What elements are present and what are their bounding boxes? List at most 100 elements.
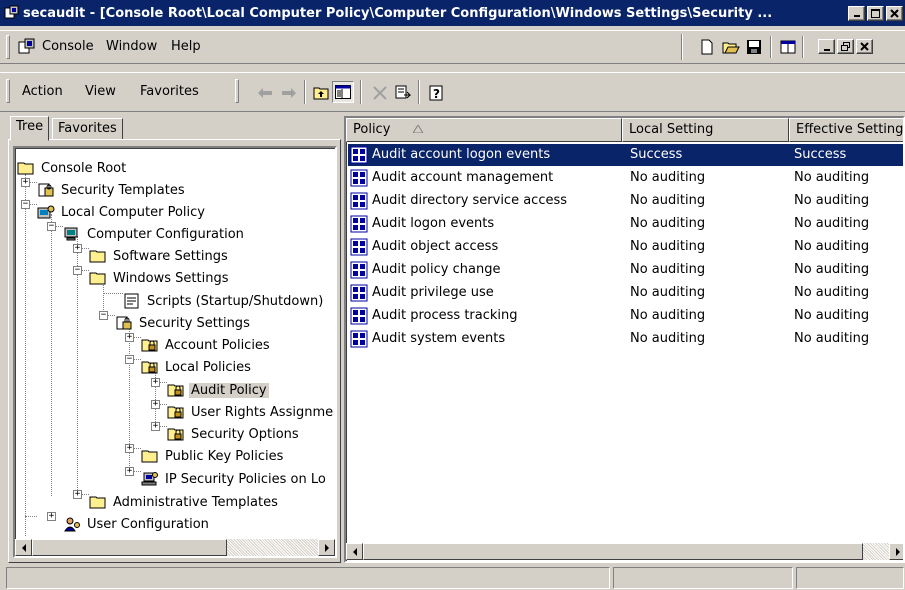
list-horizontal-scrollbar[interactable] — [346, 543, 903, 560]
tree-node-software-settings[interactable]: Software Settings — [89, 246, 230, 266]
menu-console[interactable]: Console — [42, 39, 94, 54]
child-restore-button[interactable] — [837, 39, 854, 54]
minimize-button[interactable] — [848, 5, 865, 21]
policy-row[interactable]: Audit privilege use No auditing No auditin… — [348, 282, 903, 304]
column-header-policy[interactable]: Policy — [346, 118, 622, 142]
tree-horizontal-scrollbar[interactable] — [15, 539, 335, 556]
title-bar[interactable]: secaudit - [Console Root\Local Computer … — [0, 0, 905, 26]
close-button[interactable] — [886, 5, 903, 21]
tree-node-scripts[interactable]: Scripts (Startup/Shutdown) — [123, 291, 325, 311]
expand-toggle[interactable]: + — [125, 467, 134, 476]
help-icon: ? — [429, 85, 443, 101]
collapse-toggle[interactable]: − — [21, 200, 30, 209]
scroll-right-button[interactable] — [889, 543, 903, 560]
menubar-grip[interactable] — [6, 35, 10, 59]
policy-row[interactable]: Audit logon events No auditing No auditing — [348, 213, 903, 235]
tree-node-audit-policy[interactable]: Audit Policy — [167, 380, 269, 400]
tree-node-user-rights-assignment[interactable]: User Rights Assignme — [167, 402, 335, 422]
policy-row[interactable]: Audit directory service access No auditin… — [348, 190, 903, 212]
tree-node-account-policies[interactable]: Account Policies — [141, 335, 272, 355]
tab-tree[interactable]: Tree — [10, 116, 50, 141]
child-minimize-button[interactable] — [818, 39, 835, 54]
scroll-left-button[interactable] — [15, 539, 32, 556]
save-button[interactable] — [743, 36, 765, 58]
tree-node-local-policies[interactable]: Local Policies — [141, 357, 253, 377]
details-pane: Policy Local Setting Effective Setting A… — [344, 116, 905, 563]
collapse-toggle[interactable]: − — [125, 355, 134, 364]
tree-node-security-templates[interactable]: Security Templates — [37, 180, 187, 200]
policy-row[interactable]: Audit account management No auditing No au… — [348, 167, 903, 189]
collapse-toggle[interactable]: − — [99, 311, 108, 320]
menu-help[interactable]: Help — [171, 39, 201, 54]
policy-row[interactable]: Audit policy change No auditing No auditin… — [348, 259, 903, 281]
delete-button[interactable] — [369, 82, 391, 104]
scroll-left-button[interactable] — [346, 543, 363, 560]
status-cell-3 — [796, 567, 904, 589]
collapse-toggle[interactable]: − — [73, 266, 82, 275]
export-list-button[interactable] — [392, 82, 414, 104]
expand-toggle[interactable]: + — [125, 333, 134, 342]
tree-node-windows-settings[interactable]: Windows Settings — [89, 268, 230, 288]
new-window-button[interactable] — [777, 36, 799, 58]
menu-action[interactable]: Action — [22, 84, 63, 99]
new-document-icon — [701, 39, 713, 55]
policy-row[interactable]: Audit object access No auditing No auditin… — [348, 236, 903, 258]
toolbar-grip-2[interactable] — [235, 79, 239, 103]
tree-node-public-key-policies[interactable]: Public Key Policies — [141, 446, 285, 466]
help-button[interactable]: ? — [426, 82, 448, 104]
policy-row[interactable]: Audit process tracking No auditing No audi… — [348, 305, 903, 327]
tree-node-label: Audit Policy — [189, 382, 269, 398]
expand-toggle[interactable]: + — [151, 400, 160, 409]
column-header-effective-setting[interactable]: Effective Setting — [789, 118, 903, 142]
expand-toggle[interactable]: + — [151, 378, 160, 387]
scroll-thumb[interactable] — [32, 539, 227, 556]
toolbar-grip[interactable] — [6, 79, 10, 103]
tree-node-label: Security Settings — [139, 315, 250, 331]
tree-node-ip-security-policies[interactable]: IP Security Policies on Lo — [141, 469, 328, 489]
delete-x-icon — [373, 86, 387, 100]
open-button[interactable] — [720, 36, 742, 58]
back-button[interactable] — [254, 82, 276, 104]
tree-node-label: Security Templates — [61, 182, 185, 198]
up-one-level-button[interactable] — [310, 82, 332, 104]
mmc-app-icon[interactable] — [4, 5, 20, 21]
scroll-thumb[interactable] — [363, 543, 863, 560]
tree-node-label: Account Policies — [165, 337, 270, 353]
expand-toggle[interactable]: + — [151, 422, 160, 431]
scroll-right-button[interactable] — [318, 539, 335, 556]
tree-view[interactable]: + − − + − − + − + + + + + + + Console Ro… — [13, 146, 337, 558]
new-button[interactable] — [696, 36, 718, 58]
policy-row[interactable]: Audit account logon events Success Success — [348, 144, 903, 166]
tree-node-security-settings[interactable]: Security Settings — [115, 313, 252, 333]
audit-policy-icon — [350, 215, 368, 233]
maximize-button[interactable] — [867, 5, 884, 21]
effective-setting-cell: No auditing — [794, 308, 870, 323]
local-setting-cell: No auditing — [630, 262, 706, 277]
collapse-toggle[interactable]: − — [47, 222, 56, 231]
tree-node-user-configuration[interactable]: User Configuration — [63, 514, 211, 534]
menu-view[interactable]: View — [85, 84, 116, 99]
policy-row[interactable]: Audit system events No auditing No auditin… — [348, 328, 903, 350]
toolbar-separator — [304, 80, 306, 104]
tree-node-security-options[interactable]: Security Options — [167, 424, 301, 444]
show-hide-tree-button[interactable] — [332, 81, 354, 103]
tree-node-local-computer-policy[interactable]: Local Computer Policy — [37, 202, 207, 222]
expand-toggle[interactable]: + — [125, 444, 134, 453]
menu-favorites[interactable]: Favorites — [140, 84, 199, 99]
expand-toggle[interactable]: + — [73, 244, 82, 253]
tree-node-computer-configuration[interactable]: Computer Configuration — [63, 224, 246, 244]
expand-toggle[interactable]: + — [47, 512, 56, 521]
child-close-button[interactable] — [856, 39, 873, 54]
tree-node-console-root[interactable]: Console Root — [17, 158, 128, 178]
column-header-local-setting[interactable]: Local Setting — [622, 118, 789, 142]
expand-toggle[interactable]: + — [73, 490, 82, 499]
expand-toggle[interactable]: + — [21, 178, 30, 187]
script-icon — [124, 293, 139, 309]
policy-row-icon-wrap — [350, 146, 368, 164]
minimize-icon — [853, 15, 860, 17]
tree-node-administrative-templates[interactable]: Administrative Templates — [89, 492, 280, 512]
forward-button[interactable] — [278, 82, 300, 104]
policy-name-cell: Audit account logon events — [372, 147, 551, 162]
tab-favorites[interactable]: Favorites — [52, 118, 123, 140]
menu-window[interactable]: Window — [106, 39, 157, 54]
